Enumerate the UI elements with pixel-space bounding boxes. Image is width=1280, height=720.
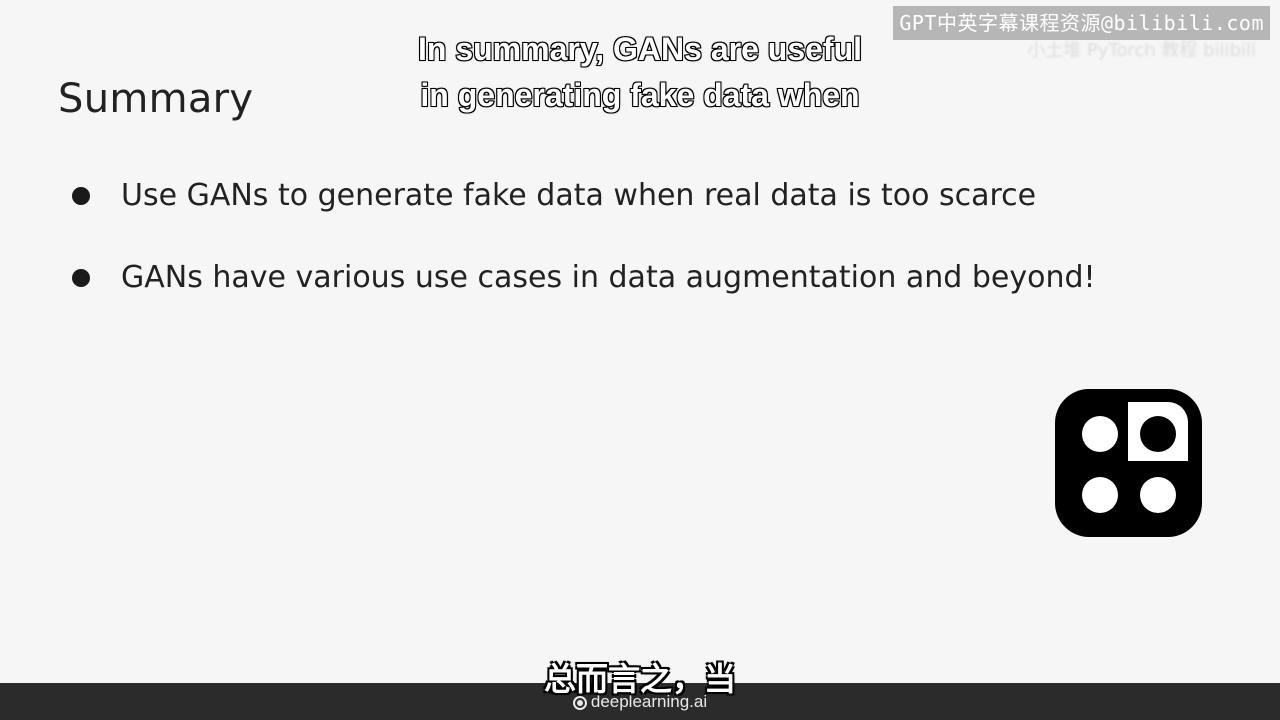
subtitle-line: in generating fake data when [419,76,860,114]
bullet-dot-icon [72,269,90,287]
english-subtitle: In summary, GANs are useful in generatin… [0,26,1280,118]
bullet-text: Use GANs to generate fake data when real… [121,178,1037,213]
bullet-dot-icon [72,187,90,205]
subtitle-line: In summary, GANs are useful [417,30,863,68]
bullet-text: GANs have various use cases in data augm… [121,260,1096,295]
chinese-subtitle: 总而言之，当 [543,660,736,698]
logo-dot [1082,416,1118,452]
course-logo-icon [1055,389,1202,537]
slide: GPT中英字幕课程资源@bilibili.com 小土堆 PyTorch 教程 … [0,0,1280,720]
logo-dot [1082,477,1118,513]
logo-dot [1140,416,1176,452]
logo-dot [1140,477,1176,513]
